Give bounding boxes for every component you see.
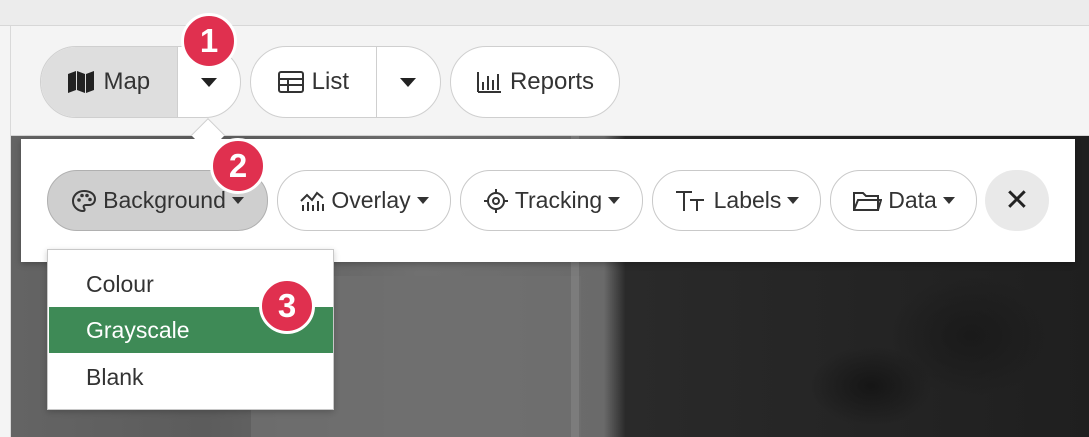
chevron-down-icon bbox=[416, 197, 429, 204]
data-button-label: Data bbox=[888, 187, 937, 213]
palette-icon bbox=[71, 189, 97, 213]
reports-button-group: Reports bbox=[450, 46, 620, 118]
data-button[interactable]: Data bbox=[830, 170, 977, 231]
text-size-icon bbox=[674, 189, 708, 213]
labels-button[interactable]: Labels bbox=[652, 170, 821, 231]
chevron-down-icon bbox=[231, 197, 244, 204]
list-button[interactable]: List bbox=[251, 47, 376, 117]
chevron-down-icon bbox=[942, 197, 955, 204]
table-icon bbox=[277, 71, 304, 93]
list-dropdown-toggle[interactable] bbox=[375, 47, 440, 117]
chevron-down-icon bbox=[200, 77, 217, 87]
chevron-down-icon bbox=[787, 197, 800, 204]
reports-button[interactable]: Reports bbox=[451, 47, 619, 117]
step-badge-3: 3 bbox=[259, 278, 315, 334]
overlay-chart-icon bbox=[299, 189, 325, 213]
list-button-group: List bbox=[250, 46, 441, 118]
tracking-button[interactable]: Tracking bbox=[460, 170, 643, 231]
bar-chart-icon bbox=[476, 71, 502, 93]
overlay-button[interactable]: Overlay bbox=[277, 170, 451, 231]
window-top-bar bbox=[0, 0, 1089, 26]
overlay-button-label: Overlay bbox=[331, 187, 411, 213]
close-panel-button[interactable]: ✕ bbox=[985, 170, 1049, 231]
background-button-label: Background bbox=[103, 187, 226, 213]
map-icon bbox=[67, 70, 95, 94]
menu-item-label: Blank bbox=[86, 363, 144, 390]
list-button-label: List bbox=[311, 68, 350, 95]
reports-button-label: Reports bbox=[509, 68, 595, 95]
menu-item-label: Colour bbox=[86, 270, 154, 297]
crosshair-icon bbox=[483, 188, 509, 214]
tracking-button-label: Tracking bbox=[514, 187, 603, 213]
step-badge-2: 2 bbox=[210, 138, 266, 194]
labels-button-label: Labels bbox=[713, 187, 782, 213]
menu-item-label: Grayscale bbox=[86, 316, 190, 343]
chevron-down-icon bbox=[400, 77, 417, 87]
chevron-down-icon bbox=[608, 197, 621, 204]
close-icon: ✕ bbox=[1004, 184, 1030, 217]
menu-item-blank[interactable]: Blank bbox=[49, 354, 333, 400]
folder-icon bbox=[852, 189, 883, 213]
map-button[interactable]: Map bbox=[41, 47, 177, 117]
step-badge-1: 1 bbox=[181, 13, 237, 69]
map-button-label: Map bbox=[103, 68, 151, 95]
